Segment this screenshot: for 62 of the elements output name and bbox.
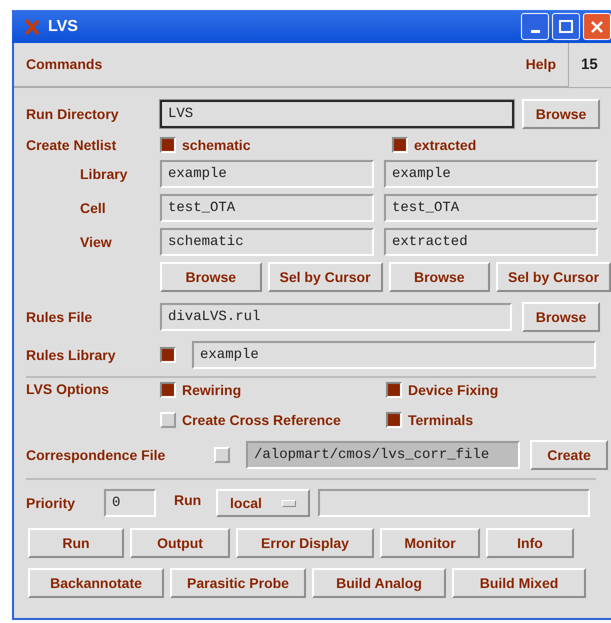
button[interactable]: Browse [522, 99, 600, 129]
checkbox[interactable] [160, 137, 176, 153]
menu-item[interactable]: Commands [26, 54, 102, 75]
text-field[interactable]: schematic [160, 228, 374, 256]
field-label: Rules Library [26, 346, 116, 365]
close-icon [589, 18, 605, 34]
button[interactable]: Backannotate [28, 568, 164, 598]
button[interactable]: Sel by Cursor [268, 262, 382, 292]
button[interactable]: Browse [160, 262, 262, 292]
close-button[interactable] [583, 13, 611, 40]
run-mode-dropdown[interactable]: local [216, 489, 310, 517]
checkbox[interactable] [386, 382, 402, 398]
button[interactable]: Info [486, 528, 574, 558]
button[interactable]: Monitor [380, 528, 480, 558]
checkbox-label: schematic [182, 136, 250, 154]
x-logo-icon [24, 18, 40, 34]
checkbox[interactable] [160, 347, 176, 363]
button[interactable]: Run [28, 528, 124, 558]
field-label: Run [174, 490, 202, 510]
counter: 15 [581, 54, 598, 75]
text-field[interactable]: LVS [160, 100, 514, 128]
button[interactable]: Build Mixed [452, 568, 586, 598]
maximize-button[interactable] [552, 13, 580, 40]
checkbox-label: extracted [414, 136, 476, 154]
button[interactable]: Parasitic Probe [170, 568, 306, 598]
text-field[interactable]: example [192, 341, 596, 369]
field-label: Priority [26, 494, 76, 513]
field-label: Run Directory [26, 104, 120, 124]
button[interactable]: Error Display [236, 528, 374, 558]
field-label: Create Netlist [26, 136, 118, 154]
window-title: LVS [48, 16, 78, 36]
button[interactable]: Build Analog [312, 568, 446, 598]
text-field[interactable] [318, 489, 590, 517]
checkbox-label: Rewiring [182, 380, 242, 400]
text-field[interactable]: divaLVS.rul [160, 303, 512, 331]
minimize-button[interactable] [521, 13, 549, 40]
text-field[interactable]: example [384, 160, 598, 188]
text-field[interactable]: test_OTA [160, 194, 374, 222]
field-label: Correspondence File [26, 446, 166, 465]
text-field[interactable]: example [160, 160, 374, 188]
field-label: Library [80, 164, 128, 184]
checkbox-label: Device Fixing [408, 380, 498, 400]
checkbox-label: Terminals [408, 410, 474, 430]
maximize-icon [558, 18, 574, 34]
text-field[interactable]: extracted [384, 228, 598, 256]
button[interactable]: Sel by Cursor [496, 262, 611, 292]
button[interactable]: Output [130, 528, 230, 558]
field-label: LVS Options [26, 381, 109, 397]
field-label: Rules File [26, 308, 94, 326]
menu-item[interactable]: Help [526, 54, 556, 75]
minimize-icon [530, 30, 540, 33]
checkbox[interactable] [386, 412, 402, 428]
text-field[interactable]: 0 [104, 489, 156, 517]
field-label: Cell [80, 198, 107, 218]
checkbox-label: Create Cross Reference [182, 410, 341, 430]
dropdown-indicator-icon [282, 500, 296, 506]
text-field[interactable]: test_OTA [384, 194, 598, 222]
button[interactable]: Browse [522, 302, 600, 332]
field-label: View [80, 232, 113, 252]
checkbox[interactable] [160, 382, 176, 398]
checkbox[interactable] [392, 137, 408, 153]
button[interactable]: Browse [388, 262, 490, 292]
